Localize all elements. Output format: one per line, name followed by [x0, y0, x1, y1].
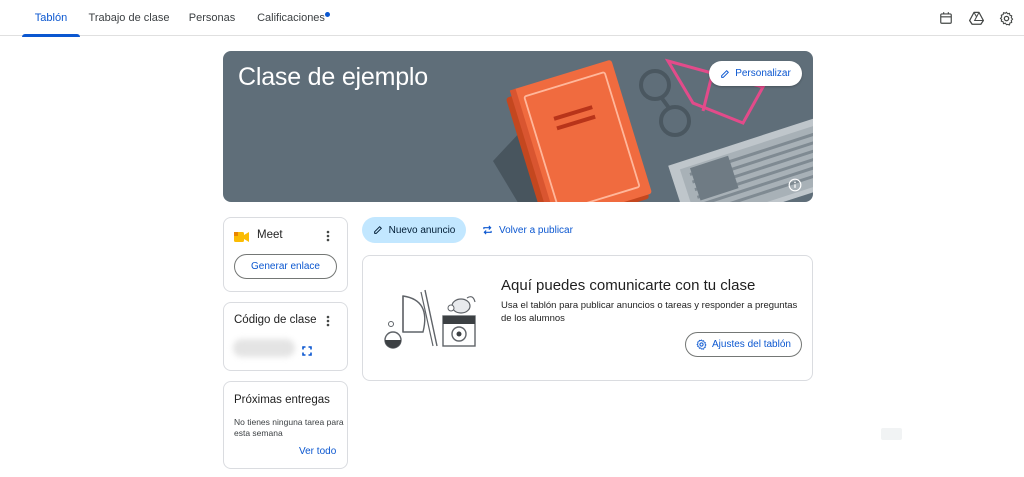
upcoming-empty-text: No tienes ninguna tarea para esta semana — [234, 417, 344, 438]
class-code-title: Código de clase — [234, 314, 317, 326]
stream-info-description: Usa el tablón para publicar anuncios o t… — [501, 300, 798, 324]
tab-grades-label: Calificaciones — [257, 12, 325, 24]
meet-more-icon[interactable] — [322, 229, 334, 243]
tab-stream[interactable]: Tablón — [22, 0, 80, 37]
tab-stream-label: Tablón — [34, 12, 68, 24]
upcoming-title: Próximas entregas — [234, 394, 330, 406]
tab-classwork-label: Trabajo de clase — [88, 12, 170, 24]
class-code-value-blurred — [233, 339, 295, 357]
class-code-card: Código de clase — [223, 302, 348, 371]
meet-card: Meet Generar enlace — [223, 217, 348, 292]
drive-icon[interactable] — [967, 9, 985, 27]
customize-button[interactable]: Personalizar — [709, 61, 802, 86]
stream-info-heading: Aquí puedes comunicarte con tu clase — [501, 277, 756, 294]
generate-link-label: Generar enlace — [251, 261, 320, 272]
repost-button[interactable]: Volver a publicar — [478, 217, 577, 243]
calendar-icon[interactable] — [937, 9, 955, 27]
class-banner: Clase de ejemplo Personalizar — [223, 51, 813, 202]
pencil-icon — [721, 69, 730, 78]
tab-people[interactable]: Personas — [184, 0, 240, 36]
info-icon[interactable] — [788, 178, 802, 192]
tab-grades[interactable]: Calificaciones — [254, 0, 328, 36]
repost-label: Volver a publicar — [499, 224, 573, 236]
pencil-icon — [373, 226, 382, 234]
meet-title: Meet — [257, 229, 283, 241]
tab-people-label: Personas — [188, 12, 236, 24]
new-announcement-button[interactable]: Nuevo anuncio — [362, 217, 466, 243]
class-title: Clase de ejemplo — [238, 63, 428, 91]
meet-logo-icon — [234, 230, 250, 242]
generate-link-button[interactable]: Generar enlace — [234, 254, 337, 279]
gear-icon — [696, 339, 707, 350]
notification-dot — [325, 12, 330, 17]
floating-badge — [881, 428, 902, 440]
repost-icon — [483, 225, 492, 235]
customize-label: Personalizar — [735, 68, 791, 79]
stream-settings-label: Ajustes del tablón — [712, 339, 791, 350]
upcoming-card: Próximas entregas No tienes ninguna tare… — [223, 381, 348, 469]
top-nav: Tablón Trabajo de clase Personas Calific… — [0, 0, 1024, 37]
view-all-link[interactable]: Ver todo — [299, 446, 336, 457]
stream-info-card: Aquí puedes comunicarte con tu clase Usa… — [362, 255, 813, 381]
fullscreen-icon[interactable] — [302, 343, 312, 356]
stream-settings-button[interactable]: Ajustes del tablón — [685, 332, 802, 357]
class-code-more-icon[interactable] — [322, 314, 334, 328]
stream-illustration — [384, 289, 476, 349]
settings-icon[interactable] — [997, 9, 1015, 27]
tab-classwork[interactable]: Trabajo de clase — [88, 0, 170, 36]
new-announcement-label: Nuevo anuncio — [388, 224, 456, 236]
